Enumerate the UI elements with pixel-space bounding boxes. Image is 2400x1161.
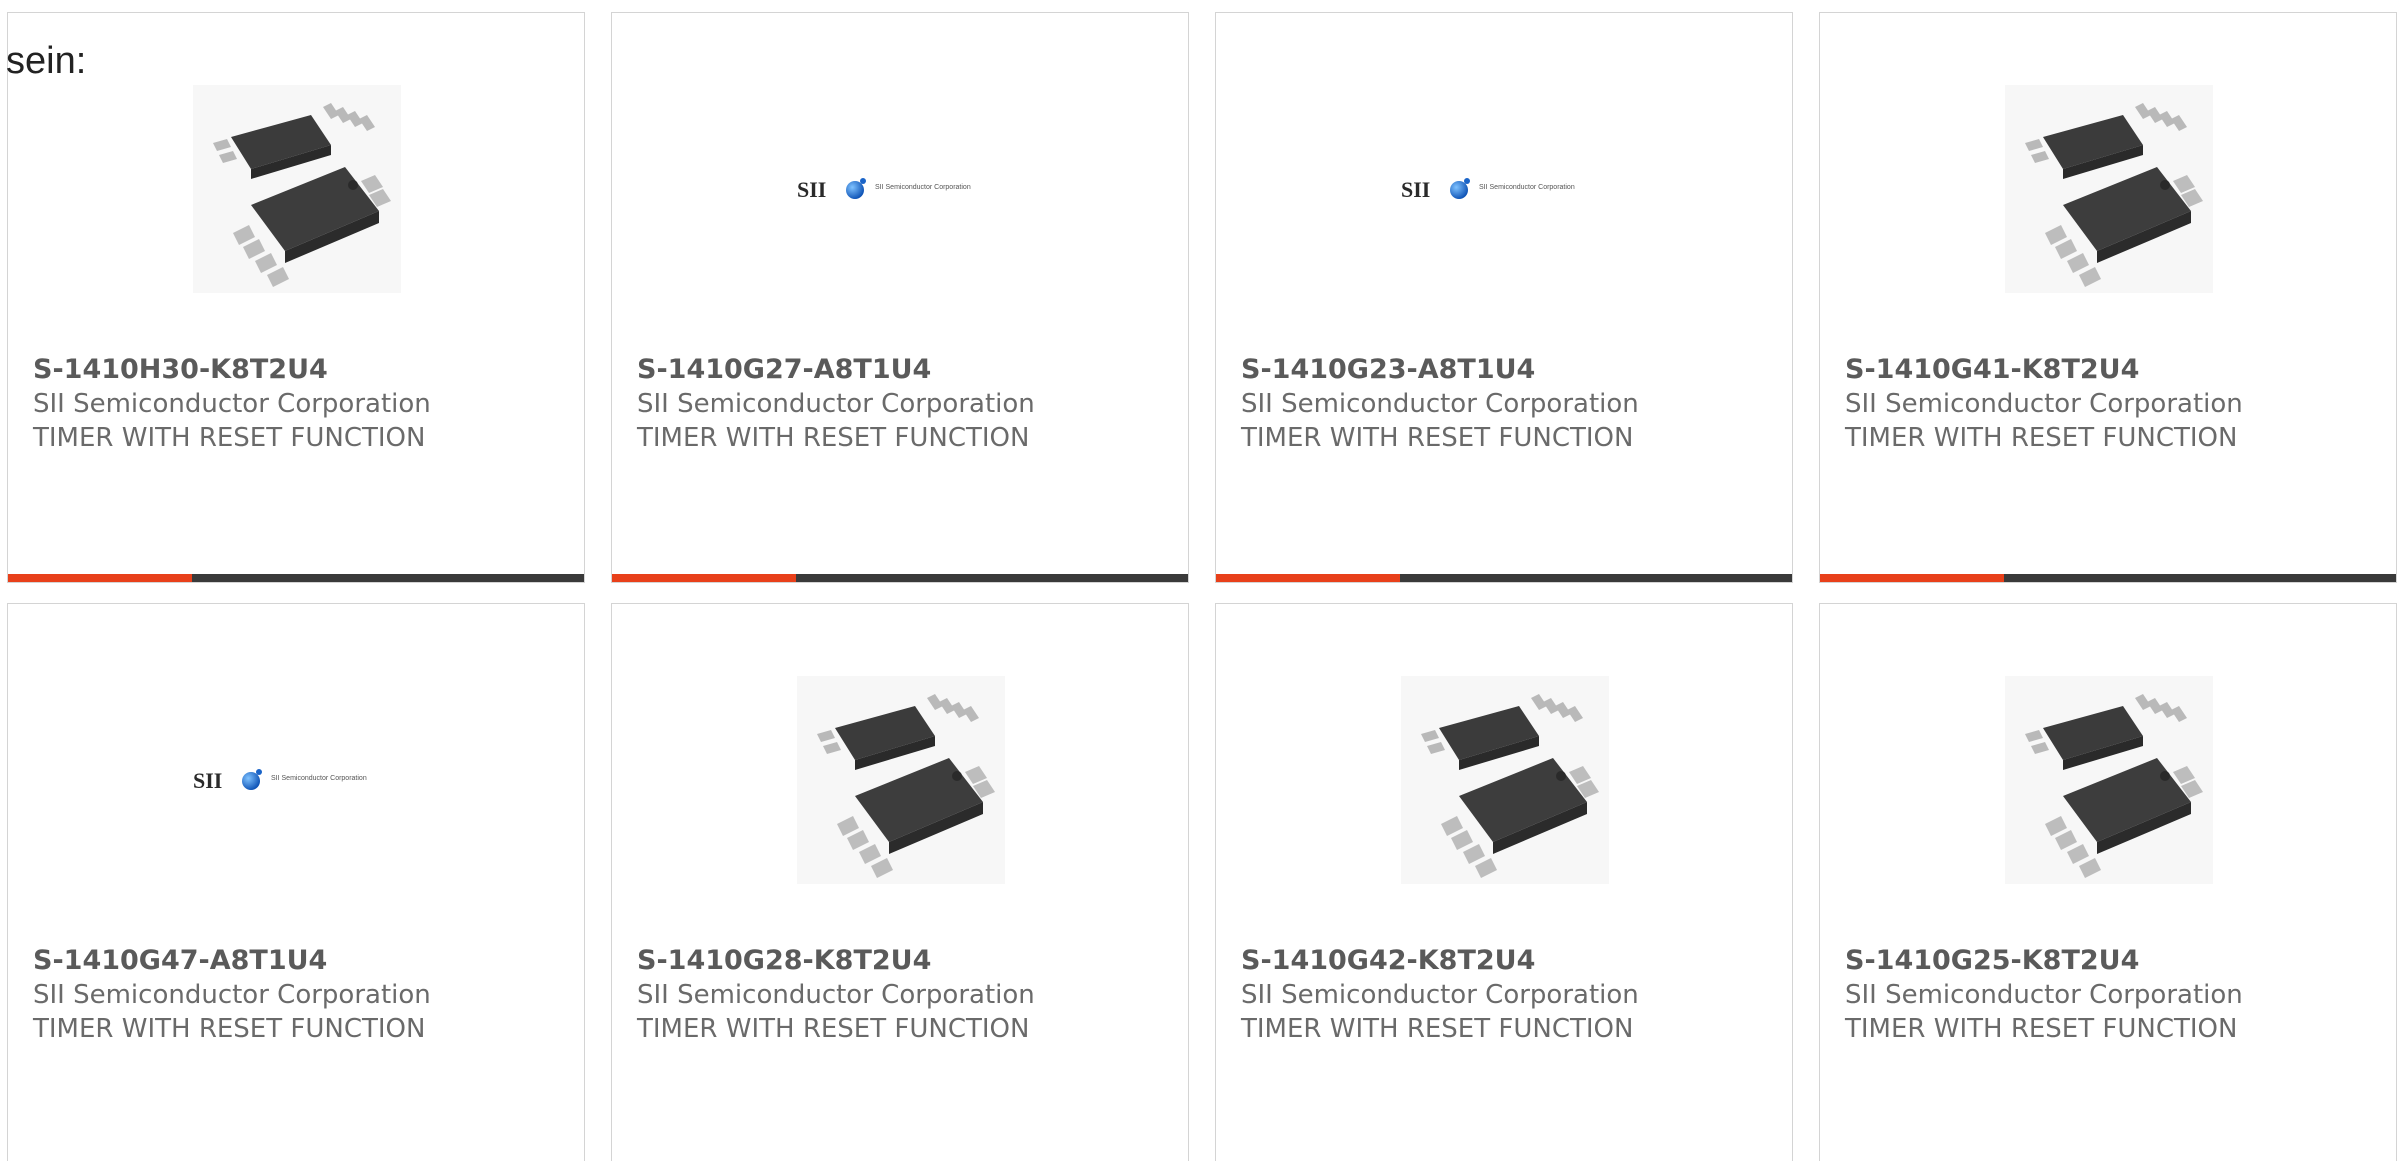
part-number: S-1410G27-A8T1U4 <box>637 354 932 385</box>
product-card[interactable]: S-1410G41-K8T2U4 SII Semiconductor Corpo… <box>1819 12 2397 583</box>
product-image: SII SII Semiconductor Corporation <box>1401 85 1609 293</box>
logo-caption: SII Semiconductor Corporation <box>875 184 971 191</box>
ic-package-chip-image <box>2005 676 2213 884</box>
progress-bar <box>1820 574 2396 582</box>
description: TIMER WITH RESET FUNCTION <box>1241 1014 1634 1044</box>
product-card[interactable]: S-1410H30-K8T2U4 SII Semiconductor Corpo… <box>7 12 585 583</box>
part-number: S-1410G47-A8T1U4 <box>33 945 328 976</box>
product-image: SII SII Semiconductor Corporation <box>797 85 1005 293</box>
product-grid-page: sein: S-1410H30-K8T2U4 SII Semiconductor… <box>0 0 2400 1161</box>
progress-bar <box>1216 574 1792 582</box>
product-card[interactable]: SII SII Semiconductor Corporation S-1410G… <box>611 12 1189 583</box>
intro-text: sein: <box>6 40 87 82</box>
ic-package-chip-image <box>2005 85 2213 293</box>
description: TIMER WITH RESET FUNCTION <box>637 1014 1030 1044</box>
product-image: SII SII Semiconductor Corporation <box>193 676 401 884</box>
description: TIMER WITH RESET FUNCTION <box>637 423 1030 453</box>
manufacturer: SII Semiconductor Corporation <box>637 980 1035 1010</box>
sii-logo-image: SII SII Semiconductor Corporation <box>797 177 971 202</box>
logo-mark: SII <box>193 768 222 793</box>
description: TIMER WITH RESET FUNCTION <box>33 423 426 453</box>
product-image <box>1401 676 1609 884</box>
description: TIMER WITH RESET FUNCTION <box>33 1014 426 1044</box>
product-image <box>2005 85 2213 293</box>
product-card[interactable]: S-1410G25-K8T2U4 SII Semiconductor Corpo… <box>1819 603 2397 1161</box>
progress-fill <box>8 574 193 582</box>
manufacturer: SII Semiconductor Corporation <box>1845 980 2243 1010</box>
part-number: S-1410H30-K8T2U4 <box>33 354 328 385</box>
manufacturer: SII Semiconductor Corporation <box>637 389 1035 419</box>
manufacturer: SII Semiconductor Corporation <box>1845 389 2243 419</box>
product-image <box>2005 676 2213 884</box>
logo-mark: SII <box>1401 177 1430 202</box>
progress-fill <box>1216 574 1401 582</box>
sii-logo-image: SII SII Semiconductor Corporation <box>193 768 367 793</box>
manufacturer: SII Semiconductor Corporation <box>1241 980 1639 1010</box>
product-card[interactable]: S-1410G28-K8T2U4 SII Semiconductor Corpo… <box>611 603 1189 1161</box>
product-image <box>797 676 1005 884</box>
progress-bar <box>8 574 584 582</box>
description: TIMER WITH RESET FUNCTION <box>1845 423 2238 453</box>
ic-package-chip-image <box>1401 676 1609 884</box>
product-card[interactable]: SII SII Semiconductor Corporation S-1410G… <box>7 603 585 1161</box>
logo-mark: SII <box>797 177 826 202</box>
part-number: S-1410G25-K8T2U4 <box>1845 945 2140 976</box>
progress-bar <box>612 574 1188 582</box>
part-number: S-1410G28-K8T2U4 <box>637 945 932 976</box>
logo-caption: SII Semiconductor Corporation <box>271 775 367 782</box>
description: TIMER WITH RESET FUNCTION <box>1241 423 1634 453</box>
sii-logo-image: SII SII Semiconductor Corporation <box>1401 177 1575 202</box>
product-card[interactable]: S-1410G42-K8T2U4 SII Semiconductor Corpo… <box>1215 603 1793 1161</box>
product-image <box>193 85 401 293</box>
product-card[interactable]: SII SII Semiconductor Corporation S-1410G… <box>1215 12 1793 583</box>
manufacturer: SII Semiconductor Corporation <box>1241 389 1639 419</box>
ic-package-chip-image <box>797 676 1005 884</box>
logo-caption: SII Semiconductor Corporation <box>1479 184 1575 191</box>
part-number: S-1410G41-K8T2U4 <box>1845 354 2140 385</box>
progress-fill <box>1820 574 2005 582</box>
ic-package-chip-image <box>193 85 401 293</box>
manufacturer: SII Semiconductor Corporation <box>33 389 431 419</box>
manufacturer: SII Semiconductor Corporation <box>33 980 431 1010</box>
part-number: S-1410G42-K8T2U4 <box>1241 945 1536 976</box>
part-number: S-1410G23-A8T1U4 <box>1241 354 1536 385</box>
description: TIMER WITH RESET FUNCTION <box>1845 1014 2238 1044</box>
progress-fill <box>612 574 797 582</box>
